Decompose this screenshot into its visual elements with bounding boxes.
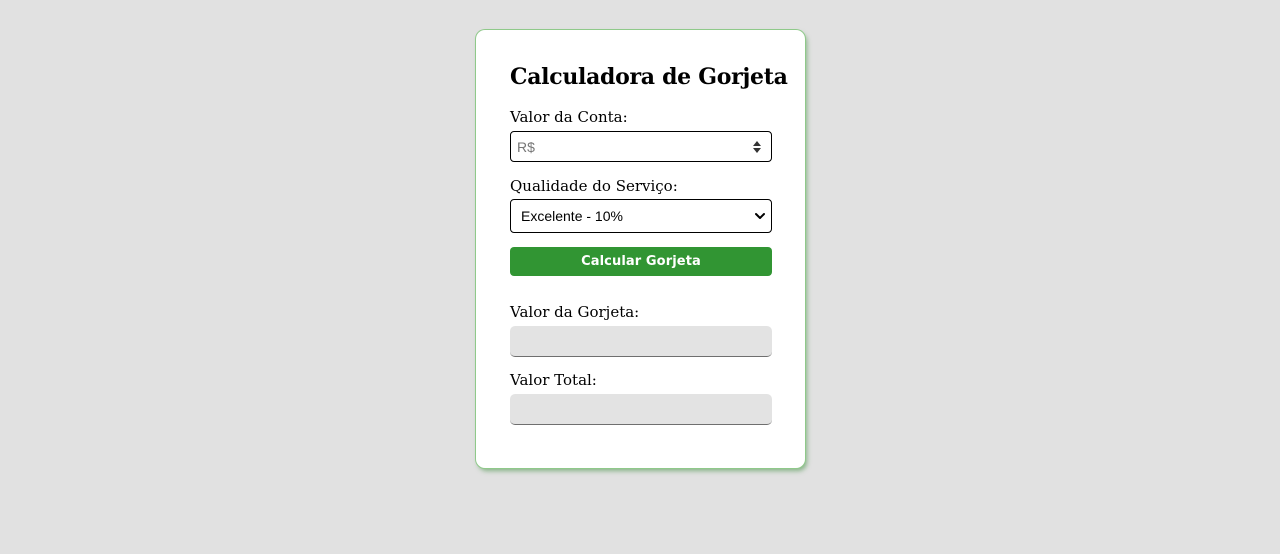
bill-amount-label: Valor da Conta:: [510, 108, 628, 126]
tip-amount-label: Valor da Gorjeta:: [510, 303, 640, 321]
page-title: Calculadora de Gorjeta: [510, 64, 788, 90]
calculate-tip-button[interactable]: Calcular Gorjeta: [510, 247, 772, 276]
tip-calculator-card: Calculadora de Gorjeta Valor da Conta: Q…: [476, 30, 805, 468]
total-amount-output: [510, 394, 772, 425]
spin-down-icon[interactable]: [753, 148, 761, 153]
chevron-down-icon: [755, 213, 765, 219]
tip-amount-output: [510, 326, 772, 357]
service-quality-value: Excelente - 10%: [521, 208, 623, 224]
number-spinner[interactable]: [752, 141, 762, 153]
bill-amount-field[interactable]: [510, 131, 772, 162]
service-quality-select[interactable]: Excelente - 10%: [510, 199, 772, 233]
bill-amount-input[interactable]: [511, 132, 771, 161]
service-quality-label: Qualidade do Serviço:: [510, 177, 678, 195]
spin-up-icon[interactable]: [753, 141, 761, 146]
total-amount-label: Valor Total:: [510, 371, 597, 389]
